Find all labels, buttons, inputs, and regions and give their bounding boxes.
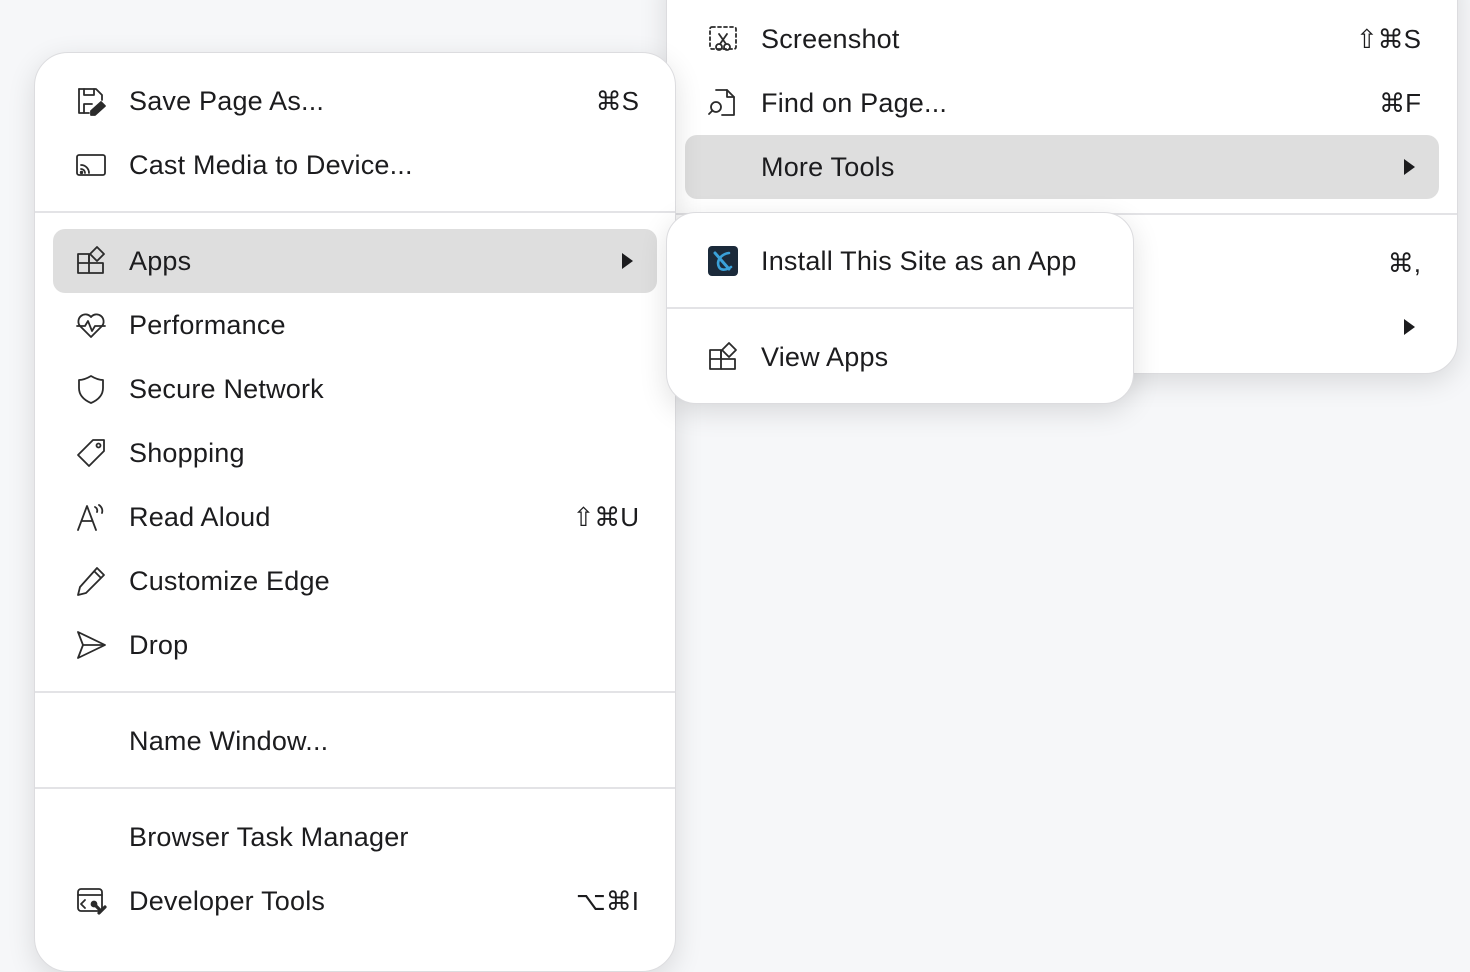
menu-item-label: More Tools [761, 152, 895, 182]
submenu-arrow-icon [622, 253, 633, 269]
heartbeat-icon [75, 309, 107, 341]
menu-item-performance[interactable]: Performance [53, 293, 657, 357]
main-menu: Save Page As... ⌘S Cast Media to Device.… [34, 52, 676, 972]
apps-icon [707, 341, 739, 373]
menu-item-view-apps[interactable]: View Apps [685, 325, 1115, 389]
shortcut-label: ⇧⌘S [1355, 24, 1421, 54]
shortcut-label: ⌥⌘I [575, 886, 639, 916]
menu-item-find-on-page[interactable]: Find on Page... ⌘F [685, 71, 1439, 135]
menu-item-drop[interactable]: Drop [53, 613, 657, 677]
find-icon [707, 87, 739, 119]
cast-icon [75, 149, 107, 181]
tag-icon [75, 437, 107, 469]
menu-item-label: Screenshot [761, 24, 900, 54]
shortcut-label: ⇧⌘U [572, 502, 639, 532]
menu-item-customize-edge[interactable]: Customize Edge [53, 549, 657, 613]
menu-item-label: Shopping [129, 438, 245, 468]
screenshot-icon [707, 23, 739, 55]
shield-icon [75, 373, 107, 405]
menu-item-label: Save Page As... [129, 86, 325, 116]
menu-item-label: Apps [129, 246, 192, 276]
menu-item-label: View Apps [761, 342, 889, 372]
site-app-icon [707, 245, 739, 277]
separator [35, 211, 675, 213]
menu-item-read-aloud[interactable]: Read Aloud ⇧⌘U [53, 485, 657, 549]
menu-item-install-site-as-app[interactable]: Install This Site as an App [685, 229, 1115, 293]
submenu-arrow-icon [1404, 319, 1415, 335]
save-icon [75, 85, 107, 117]
shortcut-label: ⌘F [1379, 88, 1421, 118]
menu-item-apps[interactable]: Apps [53, 229, 657, 293]
apps-icon [75, 245, 107, 277]
menu-item-label: Browser Task Manager [129, 822, 409, 852]
menu-item-developer-tools[interactable]: Developer Tools ⌥⌘I [53, 869, 657, 933]
developer-tools-icon [75, 885, 107, 917]
menu-item-cast-media[interactable]: Cast Media to Device... [53, 133, 657, 197]
menu-item-more-tools[interactable]: More Tools [685, 135, 1439, 199]
menu-item-screenshot[interactable]: Screenshot ⇧⌘S [685, 7, 1439, 71]
menu-item-label: Install This Site as an App [761, 246, 1077, 276]
menu-item-browser-task-manager[interactable]: Browser Task Manager [53, 805, 657, 869]
menu-item-label: Cast Media to Device... [129, 150, 413, 180]
menu-item-name-window[interactable]: Name Window... [53, 709, 657, 773]
pencil-icon [75, 565, 107, 597]
apps-submenu: Install This Site as an App View Apps [666, 212, 1134, 404]
shortcut-label: ⌘S [595, 86, 639, 116]
menu-item-label: Developer Tools [129, 886, 326, 916]
shortcut-label: ⌘, [1387, 248, 1421, 278]
menu-item-label: Read Aloud [129, 502, 271, 532]
menu-item-label: Customize Edge [129, 566, 330, 596]
menu-item-label: Performance [129, 310, 286, 340]
read-aloud-icon [75, 501, 107, 533]
menu-item-secure-network[interactable]: Secure Network [53, 357, 657, 421]
menu-item-label: Secure Network [129, 374, 324, 404]
menu-item-label: Drop [129, 630, 189, 660]
separator [35, 691, 675, 693]
separator [667, 307, 1133, 309]
menu-item-label: Find on Page... [761, 88, 948, 118]
menu-item-label: Name Window... [129, 726, 329, 756]
separator [35, 787, 675, 789]
menu-item-shopping[interactable]: Shopping [53, 421, 657, 485]
submenu-arrow-icon [1404, 159, 1415, 175]
send-icon [75, 629, 107, 661]
menu-item-save-page-as[interactable]: Save Page As... ⌘S [53, 69, 657, 133]
